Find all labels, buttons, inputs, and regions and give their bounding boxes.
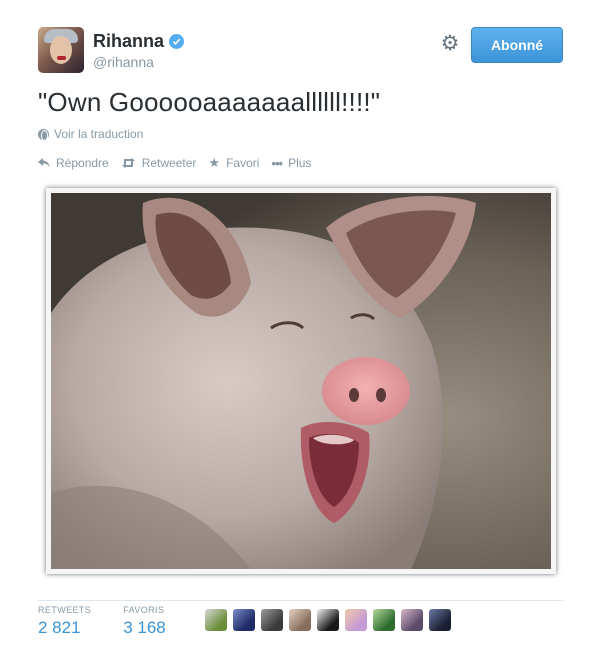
retweets-label: RETWEETS	[38, 605, 92, 615]
retweets-count: 2 821	[38, 618, 81, 637]
tweet-photo[interactable]	[46, 188, 556, 574]
retweet-icon	[121, 156, 136, 171]
reply-icon	[38, 156, 50, 171]
favorites-count: 3 168	[123, 618, 166, 637]
favoriter-avatar[interactable]	[345, 609, 367, 631]
gear-icon[interactable]: ⚙	[438, 32, 462, 56]
tweet-header: Rihanna @rihanna ⚙ Abonné	[38, 27, 568, 75]
favoriter-avatar[interactable]	[429, 609, 451, 631]
reply-button[interactable]: Répondre	[38, 155, 109, 171]
avatar[interactable]	[38, 27, 84, 73]
tweet-stats: RETWEETS 2 821 FAVORIS 3 168	[38, 605, 198, 638]
favoriter-avatar[interactable]	[401, 609, 423, 631]
favoriter-avatar[interactable]	[373, 609, 395, 631]
retweet-button[interactable]: Retweeter	[121, 155, 197, 171]
follow-button[interactable]: Abonné	[471, 27, 563, 63]
translate-label: Voir la traduction	[54, 127, 144, 141]
tweet-text: "Own Goooooaaaaaaallllll!!!!"	[38, 87, 381, 117]
favoriter-avatar[interactable]	[261, 609, 283, 631]
favoriter-avatar[interactable]	[289, 609, 311, 631]
name-row: Rihanna	[93, 31, 185, 52]
translate-link[interactable]: Voir la traduction	[38, 127, 143, 141]
favorite-button[interactable]: ★ Favori	[208, 155, 259, 171]
favoriter-avatar[interactable]	[205, 609, 227, 631]
more-label: Plus	[288, 156, 312, 170]
favorites-stat[interactable]: FAVORIS 3 168	[123, 605, 166, 638]
user-handle[interactable]: @rihanna	[93, 54, 154, 70]
verified-badge-icon	[169, 34, 185, 49]
pig-photo	[51, 193, 551, 569]
favorite-label: Favori	[226, 156, 260, 170]
tweet-actions: Répondre Retweeter ★ Favori ••• Plus	[38, 155, 323, 171]
favoriter-avatar[interactable]	[233, 609, 255, 631]
avatar-lips	[57, 56, 66, 60]
favorites-label: FAVORIS	[123, 605, 165, 615]
favoriter-avatars	[205, 609, 451, 631]
globe-icon	[38, 128, 49, 141]
stats-divider	[38, 600, 563, 601]
user-fullname[interactable]: Rihanna	[93, 31, 164, 52]
more-icon: •••	[271, 155, 283, 171]
star-icon: ★	[208, 155, 221, 170]
more-button[interactable]: ••• Plus	[271, 155, 311, 171]
retweet-label: Retweeter	[141, 156, 197, 170]
favoriter-avatar[interactable]	[317, 609, 339, 631]
pig-illustration	[51, 193, 551, 569]
reply-label: Répondre	[56, 156, 109, 170]
retweets-stat[interactable]: RETWEETS 2 821	[38, 605, 91, 638]
